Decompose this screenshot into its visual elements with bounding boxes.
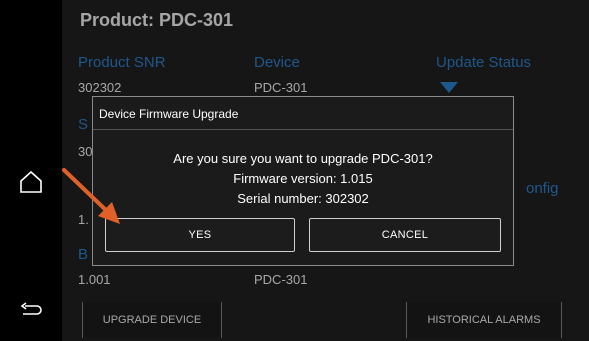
dialog-title: Device Firmware Upgrade: [99, 107, 239, 121]
firmware-upgrade-dialog: Device Firmware Upgrade Are you sure you…: [92, 96, 514, 266]
dialog-question: Are you sure you want to upgrade PDC-301…: [173, 151, 433, 166]
dialog-message: Are you sure you want to upgrade PDC-301…: [93, 149, 513, 209]
cancel-button[interactable]: CANCEL: [309, 218, 501, 252]
back-icon: [20, 302, 42, 315]
back-button[interactable]: [14, 295, 48, 329]
home-icon: [20, 170, 42, 193]
dialog-firmware-version: Firmware version: 1.015: [233, 171, 373, 186]
system-sidebar: [0, 0, 62, 341]
home-button[interactable]: [14, 165, 48, 199]
dialog-serial-number: Serial number: 302302: [237, 191, 369, 206]
pointer-arrow-icon: [62, 168, 120, 224]
yes-button[interactable]: YES: [105, 218, 295, 252]
dialog-divider: [93, 129, 513, 130]
